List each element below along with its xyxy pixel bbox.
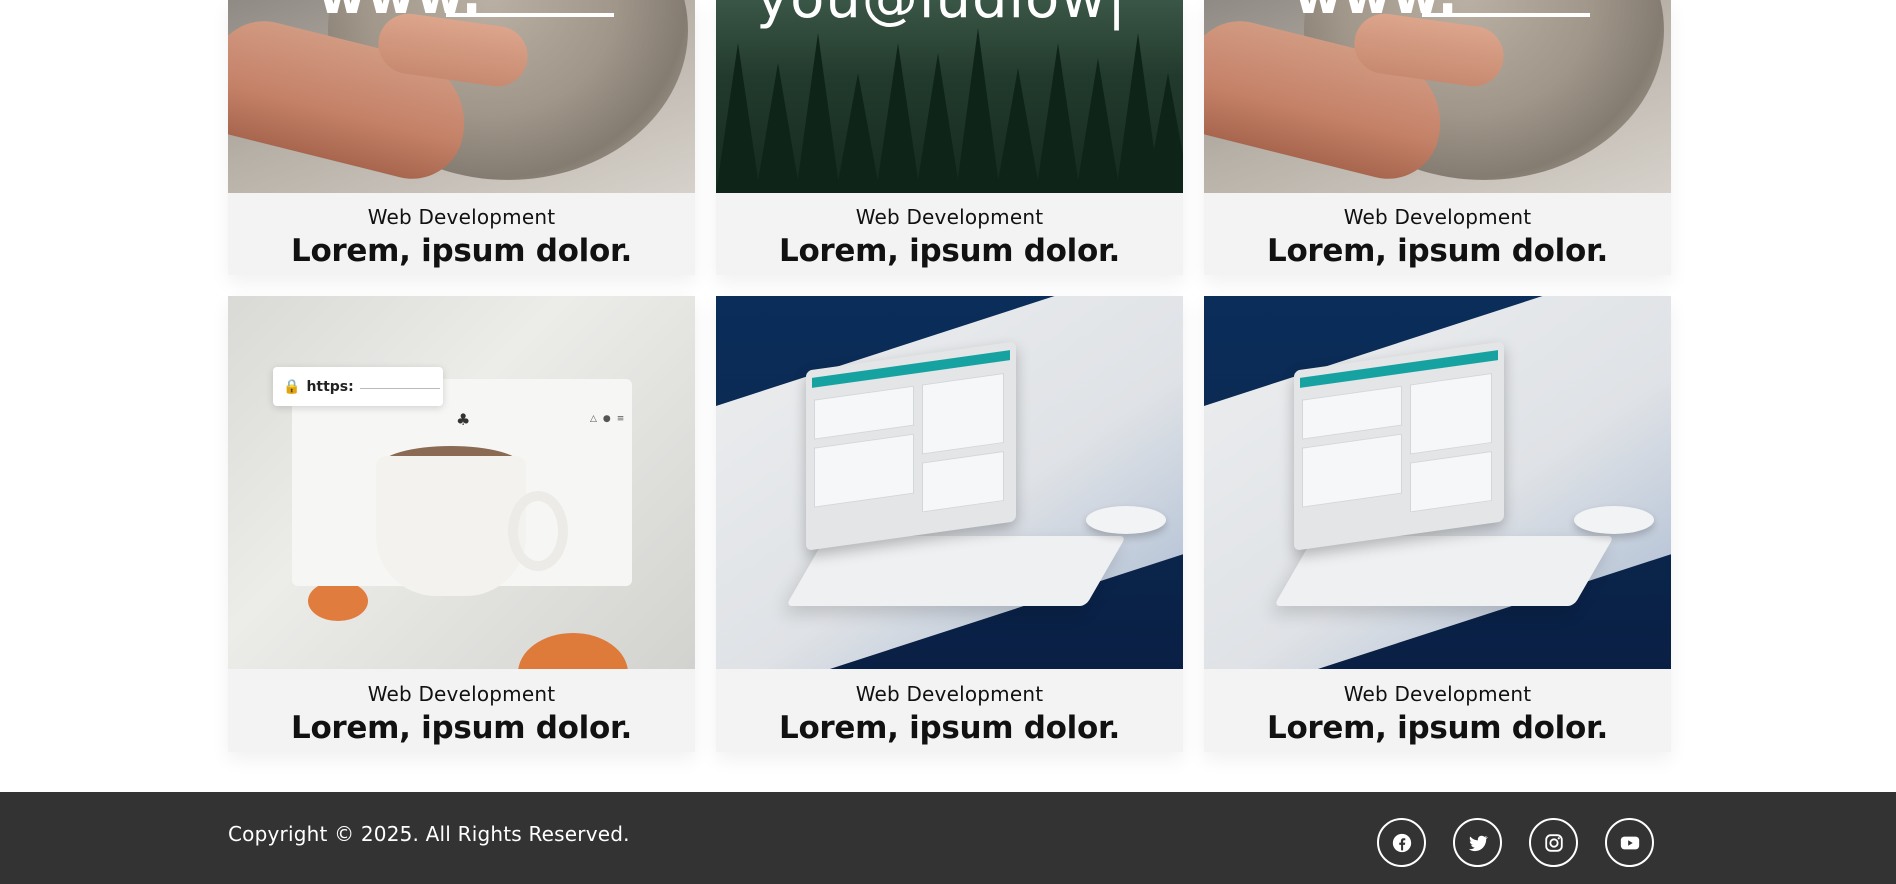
card-caption: Web Development Lorem, ipsum dolor. <box>228 670 695 752</box>
portfolio-card[interactable]: Web Development Lorem, ipsum dolor. <box>716 296 1183 752</box>
facebook-link[interactable] <box>1377 818 1426 867</box>
card-title[interactable]: Lorem, ipsum dolor. <box>1204 710 1671 746</box>
card-title[interactable]: Lorem, ipsum dolor. <box>1204 233 1671 269</box>
portfolio-card[interactable]: www. Web Development Lorem, ipsum dolor. <box>1204 0 1671 275</box>
copyright-text: Copyright © 2025. All Rights Reserved. <box>228 822 630 846</box>
url-bar: 🔒 https: <box>273 367 443 406</box>
twitter-link[interactable] <box>1453 818 1502 867</box>
portfolio-card[interactable]: Web Development Lorem, ipsum dolor. <box>1204 296 1671 752</box>
twitter-icon <box>1468 835 1488 851</box>
portfolio-card[interactable]: ♣ △●≡ 🔒 https: Web Development Lorem, ip… <box>228 296 695 752</box>
card-category: Web Development <box>367 205 556 229</box>
portfolio-image-laptop <box>716 296 1183 669</box>
card-category: Web Development <box>1343 205 1532 229</box>
portfolio-image-laptop <box>1204 296 1671 669</box>
card-title[interactable]: Lorem, ipsum dolor. <box>228 710 695 746</box>
instagram-link[interactable] <box>1529 818 1578 867</box>
card-category: Web Development <box>367 682 556 706</box>
instagram-icon <box>1544 833 1563 852</box>
card-category: Web Development <box>855 205 1044 229</box>
portfolio-image-pottery: www. <box>1204 0 1671 193</box>
facebook-icon <box>1392 833 1411 852</box>
card-category: Web Development <box>1343 682 1532 706</box>
card-caption: Web Development Lorem, ipsum dolor. <box>716 670 1183 752</box>
browser-toolbar-icons: △●≡ <box>590 414 631 424</box>
portfolio-grid: www. Web Development Lorem, ipsum dolor.… <box>228 0 1672 752</box>
url-protocol: https: <box>306 378 354 395</box>
card-category: Web Development <box>855 682 1044 706</box>
social-links <box>1377 818 1654 867</box>
youtube-icon <box>1620 836 1639 849</box>
portfolio-card[interactable]: you@ludlow| Web Development Lorem, ipsum… <box>716 0 1183 275</box>
youtube-link[interactable] <box>1605 818 1654 867</box>
card-caption: Web Development Lorem, ipsum dolor. <box>1204 670 1671 752</box>
portfolio-card[interactable]: www. Web Development Lorem, ipsum dolor. <box>228 0 695 275</box>
lock-icon: 🔒 <box>283 378 301 395</box>
card-caption: Web Development Lorem, ipsum dolor. <box>228 193 695 275</box>
portfolio-image-forest: you@ludlow| <box>716 0 1183 193</box>
site-footer: Copyright © 2025. All Rights Reserved. <box>0 792 1896 884</box>
card-title[interactable]: Lorem, ipsum dolor. <box>716 710 1183 746</box>
image-overlay-text: you@ludlow| <box>756 0 1127 31</box>
portfolio-image-pottery: www. <box>228 0 695 193</box>
card-caption: Web Development Lorem, ipsum dolor. <box>716 193 1183 275</box>
card-title[interactable]: Lorem, ipsum dolor. <box>716 233 1183 269</box>
brand-logo-icon: ♣ <box>456 410 471 429</box>
portfolio-image-coffee: ♣ △●≡ 🔒 https: <box>228 296 695 669</box>
card-caption: Web Development Lorem, ipsum dolor. <box>1204 193 1671 275</box>
card-title[interactable]: Lorem, ipsum dolor. <box>228 233 695 269</box>
